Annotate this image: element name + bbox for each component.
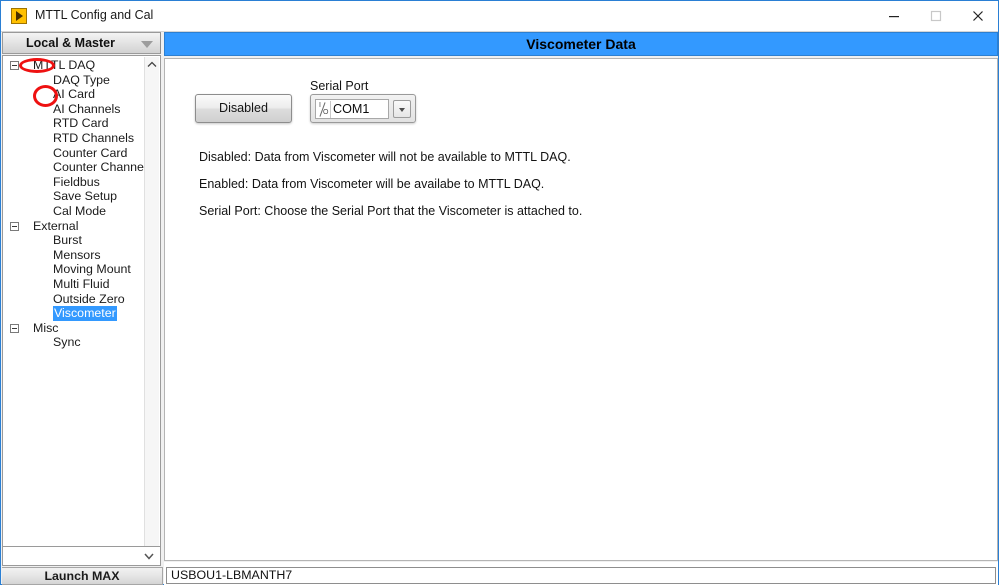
help-text-enabled: Enabled: Data from Viscometer will be av…	[199, 177, 545, 191]
play-triangle-icon	[11, 8, 27, 24]
tree-item-label: AI Card	[53, 87, 96, 102]
tree-item-misc[interactable]: Misc	[3, 321, 147, 336]
tree-item-burst[interactable]: Burst	[3, 233, 147, 248]
page-banner: Viscometer Data	[164, 32, 998, 56]
tree-item-label: Multi Fluid	[53, 276, 110, 291]
help-text-disabled: Disabled: Data from Viscometer will not …	[199, 150, 571, 164]
tree-item-counter-channels[interactable]: Counter Channels	[3, 160, 153, 175]
tree-item-label: Sync	[53, 335, 81, 350]
page-title: Viscometer Data	[526, 36, 636, 52]
tree-item-rtd-card[interactable]: RTD Card	[3, 116, 147, 131]
tree-expander-icon[interactable]	[10, 221, 19, 231]
tree-item-label: RTD Card	[53, 116, 109, 131]
tree-item-counter-card[interactable]: Counter Card	[3, 146, 147, 161]
tree-item-mttl-daq[interactable]: MTTL DAQ	[3, 58, 147, 73]
status-bar: USBOU1-LBMANTH7	[164, 562, 998, 585]
tree-item-save-setup[interactable]: Save Setup	[3, 189, 147, 204]
minimize-button[interactable]	[871, 1, 917, 30]
tree-item-label: Misc	[33, 320, 59, 335]
tree-item-label: Cal Mode	[53, 203, 107, 218]
tree-item-label: RTD Channels	[53, 130, 135, 145]
window-title: MTTL Config and Cal	[35, 8, 154, 22]
tree-item-cal-mode[interactable]: Cal Mode	[3, 204, 147, 219]
maximize-icon	[930, 10, 942, 21]
chevron-down-icon[interactable]	[142, 549, 158, 564]
tree-item-label: Fieldbus	[53, 174, 100, 189]
tree-item-ai-card[interactable]: AI Card	[3, 87, 147, 102]
tree-item-moving-mount[interactable]: Moving Mount	[3, 262, 147, 277]
tree-item-label: DAQ Type	[53, 72, 110, 87]
close-icon	[973, 10, 983, 21]
tree-item-mensors[interactable]: Mensors	[3, 248, 147, 263]
tree-item-label: Burst	[53, 233, 82, 248]
tree-item-rtd-channels[interactable]: RTD Channels	[3, 131, 147, 146]
serial-port-field[interactable]: I O COM1	[315, 99, 389, 119]
launch-max-button[interactable]: Launch MAX	[2, 567, 163, 585]
status-bar-value: USBOU1-LBMANTH7	[166, 567, 996, 584]
chevron-up-icon	[147, 61, 157, 67]
tree-item-label: Counter Channels	[53, 160, 153, 175]
title-bar: MTTL Config and Cal	[1, 1, 998, 32]
tree-item-outside-zero[interactable]: Outside Zero	[3, 292, 147, 307]
tree-scrollbar[interactable]	[144, 57, 159, 564]
help-text-serial-port: Serial Port: Choose the Serial Port that…	[199, 204, 583, 218]
tree-item-label: AI Channels	[53, 101, 121, 116]
chevron-down-icon	[399, 108, 405, 112]
tree-item-fieldbus[interactable]: Fieldbus	[3, 175, 147, 190]
visa-resource-icon: I O	[317, 101, 331, 118]
tree-item-external[interactable]: External	[3, 219, 147, 234]
serial-port-combo[interactable]: I O COM1	[310, 94, 416, 123]
tree-item-label: Outside Zero	[53, 291, 125, 306]
tree-item-viscometer[interactable]: Viscometer	[3, 306, 147, 321]
tree-item-sync[interactable]: Sync	[3, 335, 147, 350]
tree-item-ai-channels[interactable]: AI Channels	[3, 102, 147, 117]
chevron-down-icon[interactable]	[141, 41, 153, 48]
tree-item-label: Save Setup	[53, 189, 118, 204]
serial-port-value: COM1	[333, 102, 370, 116]
scroll-up-button[interactable]	[145, 57, 159, 72]
content-panel: Disabled Serial Port I O COM1 Disabled: …	[164, 58, 998, 561]
tree-item-label: Mensors	[53, 247, 101, 262]
navigation-tree[interactable]: MTTL DAQ DAQ Type AI Card AI Channels RTD Ca…	[2, 55, 161, 566]
serial-port-label: Serial Port	[310, 79, 369, 93]
close-button[interactable]	[955, 1, 999, 30]
tree-item-list: MTTL DAQ DAQ Type AI Card AI Channels RTD Ca…	[3, 58, 153, 350]
tree-item-label: External	[33, 218, 79, 233]
minimize-icon	[889, 15, 899, 17]
tree-item-daq-type[interactable]: DAQ Type	[3, 73, 147, 88]
tree-expander-icon[interactable]	[10, 323, 19, 333]
sidebar-header-label: Local & Master	[26, 36, 115, 50]
maximize-button[interactable]	[913, 1, 959, 30]
tree-item-label: Counter Card	[53, 145, 128, 160]
sidebar-bottom-combo[interactable]	[2, 546, 161, 566]
tree-item-label: Moving Mount	[53, 262, 131, 277]
sidebar-header[interactable]: Local & Master	[2, 32, 161, 54]
tree-expander-icon[interactable]	[10, 61, 19, 70]
tree-item-label: MTTL DAQ	[33, 58, 96, 72]
tree-item-label: Viscometer	[53, 306, 117, 321]
serial-port-dropdown-button[interactable]	[393, 100, 411, 118]
viscometer-enable-toggle-button[interactable]: Disabled	[195, 94, 292, 123]
tree-item-multi-fluid[interactable]: Multi Fluid	[3, 277, 147, 292]
application-window: MTTL Config and Cal Local & Master MTTL …	[0, 0, 999, 585]
